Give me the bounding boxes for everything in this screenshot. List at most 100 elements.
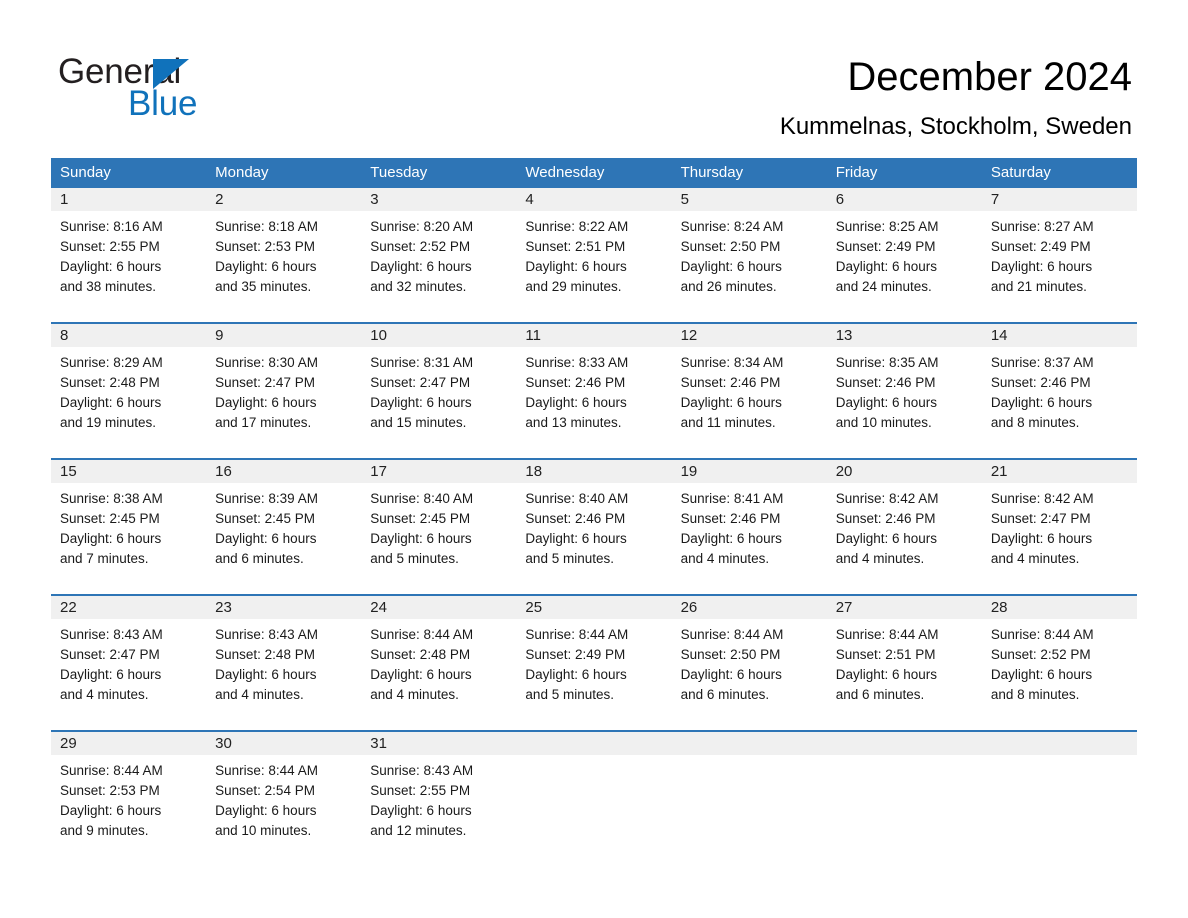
sunrise-text: Sunrise: 8:44 AM [990,627,1094,642]
day-cell[interactable]: 12 Sunrise: 8:34 AM Sunset: 2:46 PM Dayligh… [672,324,827,458]
sunset-text: Sunset: 2:46 PM [835,511,936,526]
day-number: 3 [370,191,379,208]
day-details: Sunrise: 8:20 AM Sunset: 2:52 PM Daylight:… [370,211,507,297]
sunrise-text: Sunrise: 8:39 AM [215,491,318,506]
sunrise-text: Sunrise: 8:43 AM [60,627,163,642]
week-cells: 15 Sunrise: 8:38 AM Sunset: 2:45 PM Dayligh… [51,460,1137,594]
sunset-text: Sunset: 2:55 PM [370,783,471,798]
day-number: 17 [370,463,387,480]
daylight-text-line2: and 4 minutes. [60,687,149,702]
day-cell[interactable]: 24 Sunrise: 8:44 AM Sunset: 2:48 PM Dayligh… [361,596,516,730]
day-cell[interactable]: 1 Sunrise: 8:16 AM Sunset: 2:55 PM Daylight… [51,188,206,322]
sunset-text: Sunset: 2:53 PM [215,239,315,254]
day-number: 12 [680,327,698,344]
daylight-text-line2: and 24 minutes. [835,279,932,294]
weekday-header-row: Sunday Monday Tuesday Wednesday Thursday… [51,158,1137,188]
sunset-text: Sunset: 2:51 PM [525,239,626,254]
calendar-week-row: 29 Sunrise: 8:44 AM Sunset: 2:53 PM Dayligh… [51,730,1137,866]
day-cell[interactable]: 3 Sunrise: 8:20 AM Sunset: 2:52 PM Daylight… [361,188,516,322]
day-cell[interactable]: 16 Sunrise: 8:39 AM Sunset: 2:45 PM Dayligh… [206,460,361,594]
day-details: Sunrise: 8:44 AM Sunset: 2:51 PM Daylight:… [836,619,973,705]
sunrise-text: Sunrise: 8:42 AM [835,491,939,506]
daylight-text-line1: Daylight: 6 hours [370,259,472,274]
sunset-text: Sunset: 2:51 PM [835,647,936,662]
sunset-text: Sunset: 2:45 PM [60,511,160,526]
sunset-text: Sunset: 2:54 PM [215,783,315,798]
day-cell[interactable]: 28 Sunrise: 8:44 AM Sunset: 2:52 PM Dayligh… [982,596,1137,730]
day-number: 11 [525,327,541,344]
general-blue-logo[interactable]: General Blue [58,52,318,128]
sunrise-text: Sunrise: 8:27 AM [990,219,1094,234]
day-details: Sunrise: 8:40 AM Sunset: 2:46 PM Daylight:… [525,483,662,569]
day-cell[interactable]: 13 Sunrise: 8:35 AM Sunset: 2:46 PM Dayligh… [827,324,982,458]
weekday-header-monday: Monday [215,164,269,181]
daylight-text-line1: Daylight: 6 hours [525,531,627,546]
day-number: 14 [990,327,1008,344]
sunrise-text: Sunrise: 8:41 AM [680,491,784,506]
daylight-text-line2: and 8 minutes. [990,415,1080,430]
daylight-text-line1: Daylight: 6 hours [215,395,317,410]
day-cell[interactable]: 11 Sunrise: 8:33 AM Sunset: 2:46 PM Dayligh… [516,324,671,458]
sunrise-text: Sunrise: 8:31 AM [370,355,474,370]
day-cell[interactable]: 10 Sunrise: 8:31 AM Sunset: 2:47 PM Dayligh… [361,324,516,458]
sunset-text: Sunset: 2:55 PM [60,239,160,254]
day-cell[interactable]: 14 Sunrise: 8:37 AM Sunset: 2:46 PM Dayligh… [982,324,1137,458]
day-number: 16 [215,463,232,480]
sunset-text: Sunset: 2:48 PM [215,647,315,662]
day-cell[interactable]: 5 Sunrise: 8:24 AM Sunset: 2:50 PM Daylight… [672,188,827,322]
daylight-text-line2: and 6 minutes. [680,687,770,702]
day-details: Sunrise: 8:22 AM Sunset: 2:51 PM Daylight:… [525,211,662,297]
daylight-text-line2: and 38 minutes. [60,279,157,294]
day-cell[interactable]: 27 Sunrise: 8:44 AM Sunset: 2:51 PM Dayligh… [827,596,982,730]
sunset-text: Sunset: 2:47 PM [370,375,471,390]
day-details: Sunrise: 8:44 AM Sunset: 2:48 PM Daylight:… [370,619,507,705]
sunrise-text: Sunrise: 8:24 AM [680,219,784,234]
day-cell[interactable]: 23 Sunrise: 8:43 AM Sunset: 2:48 PM Dayligh… [206,596,361,730]
day-cell[interactable]: 15 Sunrise: 8:38 AM Sunset: 2:45 PM Dayligh… [51,460,206,594]
daylight-text-line2: and 26 minutes. [680,279,777,294]
day-number: 21 [990,463,1008,480]
day-number: 10 [370,327,387,344]
day-number: 15 [60,463,77,480]
sunrise-text: Sunrise: 8:37 AM [990,355,1094,370]
daylight-text-line1: Daylight: 6 hours [525,259,627,274]
sunset-text: Sunset: 2:46 PM [680,511,781,526]
daylight-text-line2: and 4 minutes. [370,687,459,702]
daylight-text-line1: Daylight: 6 hours [215,259,317,274]
day-cell[interactable]: 22 Sunrise: 8:43 AM Sunset: 2:47 PM Dayligh… [51,596,206,730]
daylight-text-line2: and 11 minutes. [680,415,776,430]
day-cell[interactable]: 7 Sunrise: 8:27 AM Sunset: 2:49 PM Daylight… [982,188,1137,322]
day-cell[interactable]: 4 Sunrise: 8:22 AM Sunset: 2:51 PM Daylight… [516,188,671,322]
day-cell[interactable]: 6 Sunrise: 8:25 AM Sunset: 2:49 PM Daylight… [827,188,982,322]
day-cell[interactable]: 31 Sunrise: 8:43 AM Sunset: 2:55 PM Dayligh… [361,732,516,866]
day-cell[interactable]: 29 Sunrise: 8:44 AM Sunset: 2:53 PM Dayligh… [51,732,206,866]
weekday-header-tuesday: Tuesday [370,164,428,181]
sunset-text: Sunset: 2:46 PM [835,375,936,390]
day-cell[interactable]: 19 Sunrise: 8:41 AM Sunset: 2:46 PM Dayligh… [672,460,827,594]
day-details: Sunrise: 8:31 AM Sunset: 2:47 PM Daylight:… [370,347,507,433]
day-cell[interactable]: 25 Sunrise: 8:44 AM Sunset: 2:49 PM Dayligh… [516,596,671,730]
day-details: Sunrise: 8:44 AM Sunset: 2:52 PM Daylight:… [991,619,1128,705]
day-cell[interactable]: 26 Sunrise: 8:44 AM Sunset: 2:50 PM Dayligh… [672,596,827,730]
day-cell[interactable]: 8 Sunrise: 8:29 AM Sunset: 2:48 PM Daylight… [51,324,206,458]
daylight-text-line1: Daylight: 6 hours [370,395,472,410]
day-number: 4 [525,191,534,208]
daylight-text-line1: Daylight: 6 hours [60,259,162,274]
day-cell[interactable]: 2 Sunrise: 8:18 AM Sunset: 2:53 PM Daylight… [206,188,361,322]
day-details: Sunrise: 8:24 AM Sunset: 2:50 PM Daylight:… [681,211,818,297]
day-cell[interactable]: 9 Sunrise: 8:30 AM Sunset: 2:47 PM Daylight… [206,324,361,458]
day-details: Sunrise: 8:27 AM Sunset: 2:49 PM Daylight:… [991,211,1128,297]
day-number: 13 [835,327,853,344]
sunrise-text: Sunrise: 8:44 AM [370,627,474,642]
day-cell[interactable]: 20 Sunrise: 8:42 AM Sunset: 2:46 PM Dayligh… [827,460,982,594]
calendar-weeks: 1 Sunrise: 8:16 AM Sunset: 2:55 PM Daylight… [51,188,1137,866]
day-details: Sunrise: 8:40 AM Sunset: 2:45 PM Daylight:… [370,483,507,569]
day-details [681,755,818,761]
sunrise-text: Sunrise: 8:16 AM [60,219,163,234]
day-cell[interactable]: 21 Sunrise: 8:42 AM Sunset: 2:47 PM Dayligh… [982,460,1137,594]
day-cell[interactable]: 30 Sunrise: 8:44 AM Sunset: 2:54 PM Dayligh… [206,732,361,866]
day-cell[interactable]: 18 Sunrise: 8:40 AM Sunset: 2:46 PM Dayligh… [516,460,671,594]
daylight-text-line2: and 13 minutes. [525,415,622,430]
sunset-text: Sunset: 2:49 PM [525,647,626,662]
day-cell[interactable]: 17 Sunrise: 8:40 AM Sunset: 2:45 PM Dayligh… [361,460,516,594]
